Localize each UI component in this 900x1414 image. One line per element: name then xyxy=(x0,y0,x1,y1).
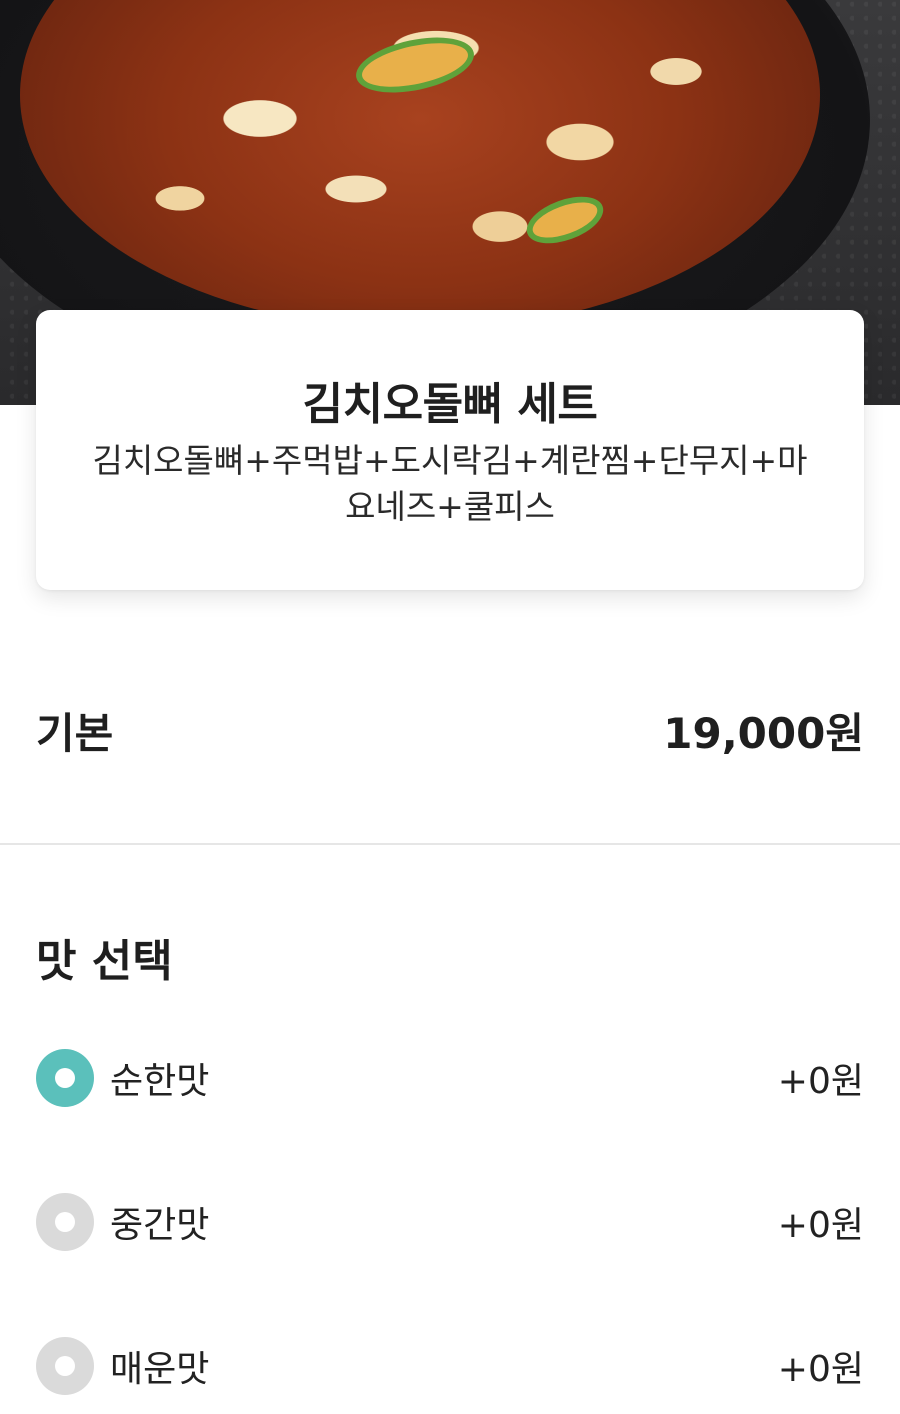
taste-option-spicy[interactable]: 매운맛 +0원 xyxy=(36,1336,864,1396)
base-label: 기본 xyxy=(36,708,114,758)
option-price: +0원 xyxy=(777,1205,864,1246)
option-label: 매운맛 xyxy=(110,1349,210,1390)
menu-description: 김치오돌뼈+주먹밥+도시락김+계란찜+단무지+마요네즈+쿨피스 xyxy=(92,441,808,526)
taste-option-medium[interactable]: 중간맛 +0원 xyxy=(36,1192,864,1252)
radio-button-selected[interactable] xyxy=(36,1049,94,1107)
option-label: 순한맛 xyxy=(110,1061,210,1102)
menu-option-page: 김치오돌뼈 세트 김치오돌뼈+주먹밥+도시락김+계란찜+단무지+마요네즈+쿨피스… xyxy=(0,0,900,1414)
radio-button[interactable] xyxy=(36,1193,94,1251)
base-price-row: 기본 19,000원 xyxy=(36,695,864,765)
base-price: 19,000원 xyxy=(663,708,864,758)
option-label: 중간맛 xyxy=(110,1205,210,1246)
option-price: +0원 xyxy=(777,1349,864,1390)
menu-title: 김치오돌뼈 세트 xyxy=(302,379,598,430)
option-price: +0원 xyxy=(777,1061,864,1102)
taste-section-title: 맛 선택 xyxy=(36,936,173,987)
radio-button[interactable] xyxy=(36,1337,94,1395)
section-divider xyxy=(0,843,900,845)
taste-option-mild[interactable]: 순한맛 +0원 xyxy=(36,1048,864,1108)
menu-info-card: 김치오돌뼈 세트 김치오돌뼈+주먹밥+도시락김+계란찜+단무지+마요네즈+쿨피스 xyxy=(36,310,864,590)
